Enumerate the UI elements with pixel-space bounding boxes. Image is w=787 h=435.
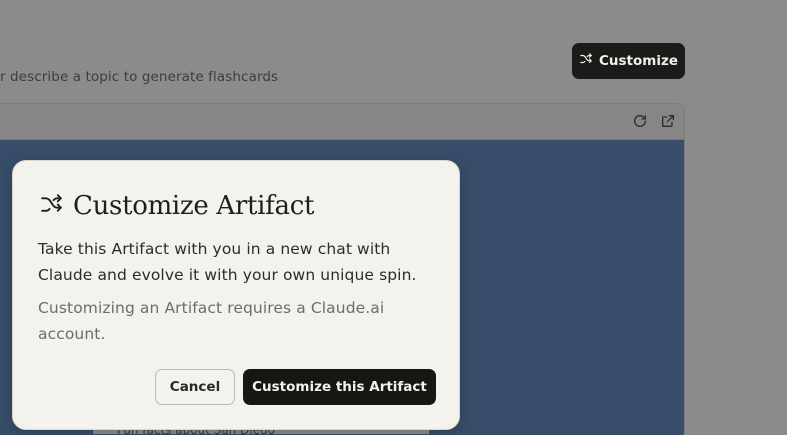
customize-button-label: Customize (599, 53, 678, 69)
cancel-button[interactable]: Cancel (155, 369, 235, 405)
shuffle-icon (579, 52, 593, 70)
customize-this-artifact-button[interactable]: Customize this Artifact (243, 369, 436, 405)
dialog-header: Customize Artifact (39, 191, 314, 221)
artifact-toolbar (0, 104, 684, 140)
shuffle-icon (39, 192, 64, 221)
refresh-icon[interactable] (632, 113, 648, 129)
customize-artifact-dialog: Customize Artifact Take this Artifact wi… (12, 160, 460, 430)
customize-button[interactable]: Customize (572, 43, 685, 79)
dialog-note: Customizing an Artifact requires a Claud… (38, 299, 385, 343)
dialog-title: Customize Artifact (73, 191, 315, 221)
dialog-body: Take this Artifact with you in a new cha… (38, 240, 417, 284)
artifact-description: r describe a topic to generate flashcard… (0, 69, 279, 85)
open-external-icon[interactable] (660, 113, 676, 129)
